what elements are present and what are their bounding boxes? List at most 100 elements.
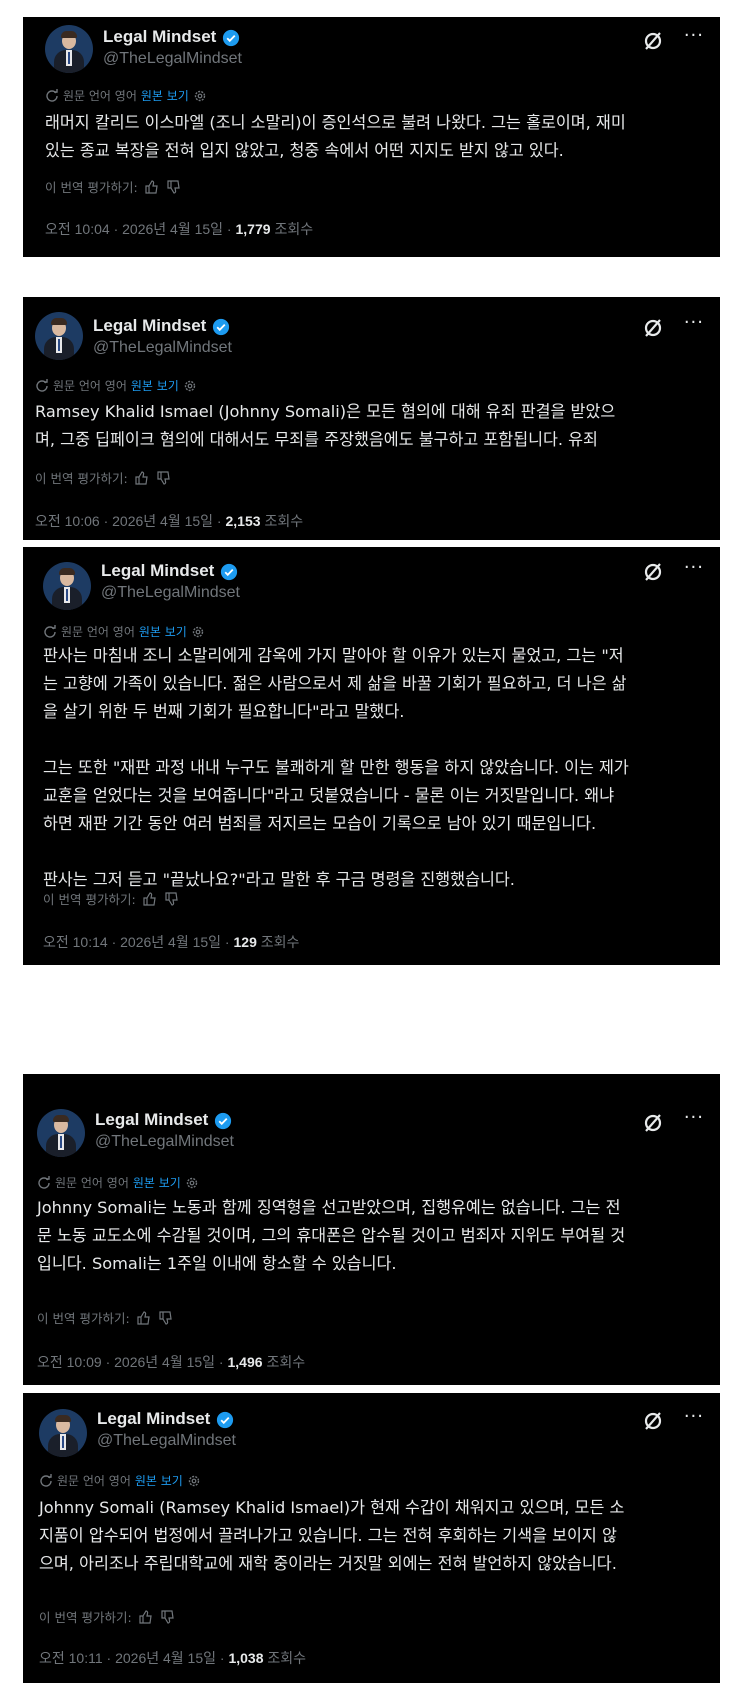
tweet-timestamp[interactable]: 오전 10:06 · 2026년 4월 15일 · [35, 513, 226, 529]
thumbs-up-icon[interactable] [142, 891, 158, 907]
tweet-text: Johnny Somali (Ramsey Khalid Ismael)가 현재… [39, 1498, 625, 1573]
tweet-meta: 오전 10:04 · 2026년 4월 15일 · 1,779 조회수 [45, 219, 313, 239]
views-label: 조회수 [274, 221, 314, 237]
author-handle[interactable]: @TheLegalMindset [97, 1432, 236, 1450]
tweet-header: Legal Mindset @TheLegalMindset ··· [23, 1074, 720, 1157]
tweet-meta: 오전 10:14 · 2026년 4월 15일 · 129 조회수 [43, 932, 299, 952]
tweet-header: Legal Mindset @TheLegalMindset ··· [23, 547, 720, 617]
translate-icon [36, 378, 48, 392]
verified-badge-icon [212, 318, 230, 336]
more-icon[interactable]: ··· [684, 25, 704, 46]
translate-icon [44, 624, 56, 638]
show-original-link[interactable]: 원본 보기 [135, 1472, 183, 1489]
thumbs-up-icon[interactable] [144, 179, 160, 195]
gear-icon[interactable] [185, 1176, 199, 1190]
tweet-text: 래머지 칼리드 이스마엘 (조니 소말리)이 증인석으로 불려 나왔다. 그는 … [45, 113, 626, 160]
author-handle[interactable]: @TheLegalMindset [103, 50, 242, 68]
view-count: 1,496 [227, 1354, 263, 1370]
tweet-card[interactable]: Legal Mindset @TheLegalMindset ··· 원문 언어… [23, 1393, 720, 1683]
avatar[interactable] [39, 1409, 87, 1457]
gear-icon[interactable] [183, 379, 197, 393]
avatar[interactable] [37, 1109, 85, 1157]
gear-icon[interactable] [191, 625, 205, 639]
translation-label: 원문 언어 영어 [63, 89, 137, 103]
rate-translation: 이 번역 평가하기: [45, 177, 182, 196]
tweet-timestamp[interactable]: 오전 10:14 · 2026년 4월 15일 · [43, 934, 234, 950]
show-original-link[interactable]: 원본 보기 [141, 87, 189, 104]
translation-label: 원문 언어 영어 [57, 1474, 131, 1488]
author-handle[interactable]: @TheLegalMindset [95, 1133, 234, 1151]
views-label: 조회수 [260, 934, 300, 950]
rate-translation: 이 번역 평가하기: [39, 1607, 176, 1626]
thumbs-down-icon[interactable] [158, 1310, 174, 1326]
view-count: 1,038 [228, 1650, 264, 1666]
views-label: 조회수 [264, 513, 304, 529]
translate-icon [38, 1175, 50, 1189]
thumbs-up-icon[interactable] [138, 1609, 154, 1625]
tweet-timestamp[interactable]: 오전 10:11 · 2026년 4월 15일 · [39, 1650, 228, 1666]
author-name[interactable]: Legal Mindset [93, 316, 206, 336]
verified-badge-icon [216, 1411, 234, 1429]
rate-label: 이 번역 평가하기: [37, 1311, 130, 1326]
translation-bar: 원문 언어 영어 원본 보기 [43, 623, 205, 640]
tweet-text: 판사는 마침내 조니 소말리에게 감옥에 가지 말아야 할 이유가 있는지 물었… [43, 646, 629, 889]
views-label: 조회수 [267, 1650, 307, 1666]
thumbs-down-icon[interactable] [164, 891, 180, 907]
avatar[interactable] [35, 312, 83, 360]
tweet-meta: 오전 10:06 · 2026년 4월 15일 · 2,153 조회수 [35, 511, 303, 531]
view-count: 2,153 [225, 513, 261, 529]
more-icon[interactable]: ··· [684, 1107, 704, 1128]
verified-badge-icon [222, 29, 240, 47]
translation-bar: 원문 언어 영어 원본 보기 [35, 377, 197, 394]
thumbs-down-icon[interactable] [166, 179, 182, 195]
translation-label: 원문 언어 영어 [61, 625, 135, 639]
grok-icon[interactable] [642, 317, 664, 339]
thumbs-down-icon[interactable] [156, 470, 172, 486]
translation-label: 원문 언어 영어 [53, 379, 127, 393]
author-name[interactable]: Legal Mindset [101, 561, 214, 581]
author-name[interactable]: Legal Mindset [95, 1110, 208, 1130]
tweet-card[interactable]: Legal Mindset @TheLegalMindset ··· 원문 언어… [23, 547, 720, 965]
tweet-timestamp[interactable]: 오전 10:09 · 2026년 4월 15일 · [37, 1354, 228, 1370]
tweet-text: Johnny Somali는 노동과 함께 징역형을 선고받았으며, 집행유예는… [37, 1198, 626, 1273]
rate-label: 이 번역 평가하기: [35, 471, 128, 486]
rate-translation: 이 번역 평가하기: [35, 468, 172, 487]
tweet-meta: 오전 10:11 · 2026년 4월 15일 · 1,038 조회수 [39, 1648, 306, 1668]
gear-icon[interactable] [187, 1474, 201, 1488]
tweet-card[interactable]: Legal Mindset @TheLegalMindset ··· 원문 언어… [23, 1074, 720, 1385]
show-original-link[interactable]: 원본 보기 [139, 623, 187, 640]
author-name[interactable]: Legal Mindset [103, 27, 216, 47]
show-original-link[interactable]: 원본 보기 [131, 377, 179, 394]
rate-translation: 이 번역 평가하기: [37, 1308, 174, 1327]
show-original-link[interactable]: 원본 보기 [133, 1174, 181, 1191]
tweet-card[interactable]: Legal Mindset @TheLegalMindset ··· 원문 언어… [23, 17, 720, 257]
tweet-card[interactable]: Legal Mindset @TheLegalMindset ··· 원문 언어… [23, 297, 720, 540]
tweet-header: Legal Mindset @TheLegalMindset ··· [23, 17, 720, 87]
avatar[interactable] [45, 25, 93, 73]
translation-bar: 원문 언어 영어 원본 보기 [39, 1472, 201, 1489]
thumbs-down-icon[interactable] [160, 1609, 176, 1625]
tweet-timestamp[interactable]: 오전 10:04 · 2026년 4월 15일 · [45, 221, 236, 237]
author-handle[interactable]: @TheLegalMindset [93, 339, 232, 357]
more-icon[interactable]: ··· [684, 312, 704, 333]
rate-translation: 이 번역 평가하기: [43, 889, 180, 908]
translate-icon [40, 1473, 52, 1487]
grok-icon[interactable] [642, 1410, 664, 1432]
author-name[interactable]: Legal Mindset [97, 1409, 210, 1429]
grok-icon[interactable] [642, 561, 664, 583]
tweet-text: Ramsey Khalid Ismael (Johnny Somali)은 모든… [35, 402, 616, 449]
view-count: 129 [233, 934, 257, 950]
views-label: 조회수 [266, 1354, 306, 1370]
gear-icon[interactable] [193, 89, 207, 103]
more-icon[interactable]: ··· [684, 1406, 704, 1427]
verified-badge-icon [220, 563, 238, 581]
rate-label: 이 번역 평가하기: [45, 180, 138, 195]
thumbs-up-icon[interactable] [136, 1310, 152, 1326]
author-handle[interactable]: @TheLegalMindset [101, 584, 240, 602]
more-icon[interactable]: ··· [684, 557, 704, 578]
grok-icon[interactable] [642, 30, 664, 52]
verified-badge-icon [214, 1112, 232, 1130]
avatar[interactable] [43, 562, 91, 610]
thumbs-up-icon[interactable] [134, 470, 150, 486]
grok-icon[interactable] [642, 1112, 664, 1134]
